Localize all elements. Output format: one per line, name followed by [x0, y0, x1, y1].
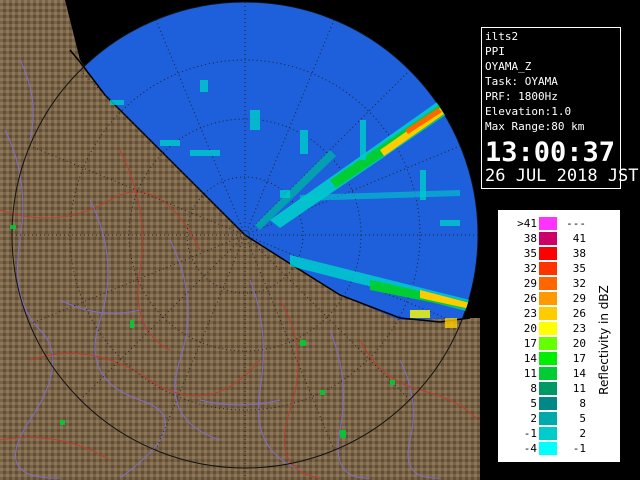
legend-low-value: 8 — [530, 382, 537, 395]
legend-color-swatch — [539, 427, 557, 440]
legend-row: -1 2 — [498, 426, 598, 441]
legend-low-value: 17 — [523, 337, 537, 350]
legend-row: 58 — [498, 396, 598, 411]
observation-time: 13:00:37 — [485, 137, 616, 168]
legend-low-value: -1 — [523, 427, 537, 440]
legend-high-value: 23 — [572, 322, 586, 335]
legend-row: 20 23 — [498, 321, 598, 336]
legend-color-swatch — [539, 352, 557, 365]
legend-high-value: --- — [566, 217, 586, 230]
legend-row: 26 29 — [498, 291, 598, 306]
legend-high-value: 38 — [572, 247, 586, 260]
legend-row: 17 20 — [498, 336, 598, 351]
legend-low-value: 20 — [523, 322, 537, 335]
info-line-4: Task: OYAMA — [485, 75, 558, 88]
legend-low-value: 23 — [523, 307, 537, 320]
legend-low-value: 2 — [530, 412, 537, 425]
legend-color-swatch — [539, 397, 557, 410]
legend-color-swatch — [539, 382, 557, 395]
legend-color-swatch — [539, 247, 557, 260]
legend-title: Reflectivity in dBZ — [594, 250, 614, 430]
legend-high-value: 14 — [572, 367, 586, 380]
info-line-3: OYAMA_Z — [485, 60, 532, 73]
legend-high-value: 8 — [579, 397, 586, 410]
legend-row: 29 32 — [498, 276, 598, 291]
legend-low-value: 38 — [523, 232, 537, 245]
info-line-1: ilts2 — [485, 30, 519, 43]
legend-high-value: 17 — [572, 352, 586, 365]
legend-high-value: 35 — [572, 262, 586, 275]
legend-high-value: 11 — [572, 382, 586, 395]
legend-color-swatch — [539, 217, 557, 230]
legend-title-text: Reflectivity in dBZ — [597, 285, 611, 395]
legend-color-swatch — [539, 442, 557, 455]
legend-color-swatch — [539, 367, 557, 380]
legend-color-swatch — [539, 262, 557, 275]
legend-color-swatch — [539, 307, 557, 320]
legend-row: -4 -1 — [498, 441, 598, 456]
legend-low-value: 26 — [523, 292, 537, 305]
legend-color-swatch — [539, 292, 557, 305]
reflectivity-legend: >41 --- 38 41 35 38 32 35 29 32 26 29 23 26 20 23 17 20 14… — [497, 209, 621, 463]
legend-row: 38 41 — [498, 231, 598, 246]
legend-high-value: 26 — [572, 307, 586, 320]
legend-row: 32 35 — [498, 261, 598, 276]
radar-ppi-view — [0, 0, 480, 480]
legend-low-value: 32 — [523, 262, 537, 275]
legend-row: 14 17 — [498, 351, 598, 366]
legend-high-value: 29 — [572, 292, 586, 305]
legend-low-value: >41 — [517, 217, 537, 230]
legend-row: 23 26 — [498, 306, 598, 321]
legend-high-value: 2 — [579, 427, 586, 440]
info-line-7: Max Range:80 km — [485, 120, 585, 133]
legend-low-value: 14 — [523, 352, 537, 365]
legend-high-value: 41 — [572, 232, 586, 245]
legend-low-value: 29 — [523, 277, 537, 290]
legend-color-swatch — [539, 232, 557, 245]
legend-high-value: 32 — [572, 277, 586, 290]
info-line-6: Elevation:1.0 — [485, 105, 572, 118]
radar-info-panel: ilts2 PPI OYAMA_Z Task: OYAMA PRF: 1800H… — [481, 27, 639, 189]
legend-rows: >41 --- 38 41 35 38 32 35 29 32 26 29 23 26 20 23 17 20 14… — [498, 216, 598, 456]
observation-date: 26 JUL 2018 JST — [485, 166, 639, 186]
info-line-5: PRF: 1800Hz — [485, 90, 558, 103]
legend-row: 8 11 — [498, 381, 598, 396]
legend-color-swatch — [539, 277, 557, 290]
legend-row: 25 — [498, 411, 598, 426]
legend-color-swatch — [539, 412, 557, 425]
legend-high-value: -1 — [572, 442, 586, 455]
legend-low-value: 5 — [530, 397, 537, 410]
legend-low-value: -4 — [523, 442, 537, 455]
legend-low-value: 35 — [523, 247, 537, 260]
legend-color-swatch — [539, 322, 557, 335]
legend-row: 11 14 — [498, 366, 598, 381]
info-line-2: PPI — [485, 45, 505, 58]
legend-color-swatch — [539, 337, 557, 350]
legend-row: >41 --- — [498, 216, 598, 231]
legend-high-value: 20 — [572, 337, 586, 350]
legend-low-value: 11 — [523, 367, 537, 380]
legend-row: 35 38 — [498, 246, 598, 261]
legend-high-value: 5 — [579, 412, 586, 425]
